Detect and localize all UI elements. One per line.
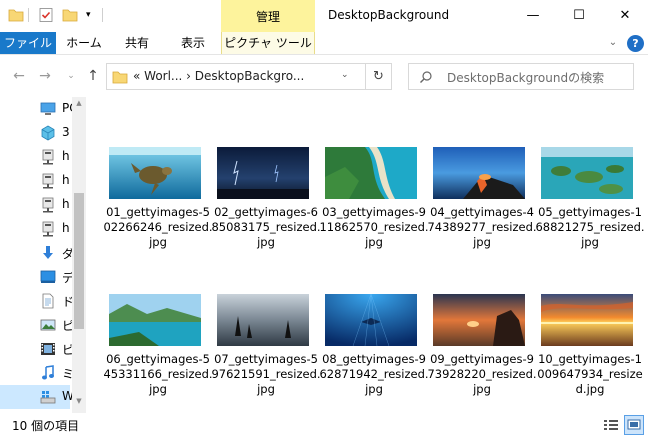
thumbnail-orcas[interactable]: [217, 294, 309, 346]
sidebar-item-documents[interactable]: ド: [0, 289, 74, 313]
scrollbar-thumb[interactable]: [74, 193, 84, 329]
breadcrumb[interactable]: « Worl... › DesktopBackgro...: [133, 69, 304, 83]
thumbnail-sunset-clouds[interactable]: [541, 294, 633, 346]
thumbnail-underwater-manta[interactable]: [325, 294, 417, 346]
chevron-down-icon[interactable]: ⌄: [341, 70, 349, 80]
thumbnail-lava-coast[interactable]: [433, 147, 525, 199]
sidebar-item-network-drive[interactable]: h: [0, 217, 70, 241]
tab-view[interactable]: 表示: [170, 32, 216, 54]
folder-icon[interactable]: [8, 7, 24, 23]
up-arrow-icon[interactable]: ↑: [84, 67, 102, 85]
file-name[interactable]: 09_gettyimages-9 73928220_resized. jpg: [427, 352, 537, 397]
sidebar-item-label: h: [62, 221, 70, 235]
thumbnail-sea-turtle[interactable]: [109, 147, 201, 199]
pictures-icon: [40, 319, 56, 331]
file-name[interactable]: 03_gettyimages-9 11862570_resized. jpg: [319, 205, 429, 250]
forward-arrow-icon[interactable]: →: [36, 67, 54, 85]
network-drive-icon: [42, 221, 54, 237]
windows-drive-icon: [40, 391, 56, 404]
network-drive-icon: [42, 173, 54, 189]
file-name[interactable]: 10_gettyimages-1 009647934_resize d.jpg: [535, 352, 645, 397]
file-name[interactable]: 01_gettyimages-5 02266246_resized. jpg: [103, 205, 213, 250]
details-view-icon[interactable]: [602, 416, 620, 434]
search-placeholder: DesktopBackgroundの検索: [447, 71, 605, 85]
thumbnail-sunset-rock[interactable]: [433, 294, 525, 346]
sidebar-item-pictures[interactable]: ピ: [0, 313, 74, 337]
tab-home[interactable]: ホーム: [60, 32, 108, 54]
scroll-up-icon[interactable]: ▲: [72, 99, 86, 111]
sidebar-item-3d-objects[interactable]: 3: [0, 121, 70, 145]
sidebar-item-label: 3: [62, 125, 70, 139]
large-icons-view-icon[interactable]: [624, 415, 644, 435]
close-button[interactable]: ✕: [602, 0, 648, 32]
sidebar-item-network-drive[interactable]: h: [0, 193, 70, 217]
thumbnail-tropical-bay[interactable]: [109, 294, 201, 346]
file-view: 01_gettyimages-5 02266246_resized. jpg 02_…: [90, 97, 648, 413]
sidebar-item-label: h: [62, 197, 70, 211]
network-drive-icon: [42, 149, 54, 165]
file-name[interactable]: 07_gettyimages-5 97621591_resized. jpg: [211, 352, 321, 397]
scroll-down-icon[interactable]: ▼: [72, 397, 86, 409]
sidebar-item-videos[interactable]: ビ: [0, 337, 74, 361]
music-icon: [42, 365, 54, 380]
ribbon-tabs: ファイル ホーム 共有 表示 ピクチャ ツール ⌄ ?: [0, 32, 648, 55]
file-name[interactable]: 08_gettyimages-9 62871942_resized. jpg: [319, 352, 429, 397]
3d-objects-icon: [41, 125, 55, 141]
file-name[interactable]: 06_gettyimages-5 45331166_resized. jpg: [103, 352, 213, 397]
quick-access-dropdown-icon[interactable]: ▾: [86, 10, 96, 20]
navigation-pane: PC 3 h h h h ダ デ ド ピ ビ ミ W ▲ ▼: [0, 97, 88, 413]
folder-icon: [112, 71, 128, 84]
search-icon: [420, 71, 432, 83]
properties-icon[interactable]: [38, 7, 54, 23]
sidebar-item-music[interactable]: ミ: [0, 361, 74, 385]
window-title: DesktopBackground: [328, 8, 450, 22]
back-arrow-icon[interactable]: ←: [10, 67, 28, 85]
title-bar: ▾ 管理 DesktopBackground — ☐ ✕: [0, 0, 648, 32]
documents-icon: [42, 293, 54, 309]
tab-share[interactable]: 共有: [114, 32, 160, 54]
thumbnail-islands[interactable]: [541, 147, 633, 199]
search-input[interactable]: DesktopBackgroundの検索: [408, 63, 634, 90]
sidebar-item-label: h: [62, 149, 70, 163]
refresh-icon[interactable]: ↻: [366, 63, 392, 90]
divider: [28, 8, 29, 22]
chevron-down-icon[interactable]: ⌄: [606, 36, 620, 50]
sidebar-item-label: h: [62, 173, 70, 187]
sidebar-item-network-drive[interactable]: h: [0, 145, 70, 169]
address-bar[interactable]: « Worl... › DesktopBackgro... ⌄: [106, 63, 366, 90]
tab-file[interactable]: ファイル: [0, 32, 56, 54]
tab-picture-tools[interactable]: ピクチャ ツール: [221, 32, 315, 54]
recent-locations-icon[interactable]: ⌄: [62, 67, 80, 85]
context-tab-manage[interactable]: 管理: [221, 0, 315, 32]
maximize-button[interactable]: ☐: [556, 0, 602, 32]
network-drive-icon: [42, 197, 54, 213]
sidebar-scrollbar[interactable]: ▲ ▼: [72, 97, 86, 413]
sidebar-item-pc[interactable]: PC: [0, 97, 78, 121]
sidebar-item-windows-drive[interactable]: W: [0, 385, 74, 409]
status-bar: 10 個の項目: [0, 413, 648, 437]
file-name[interactable]: 04_gettyimages-4 74389277_resized. jpg: [427, 205, 537, 250]
help-icon[interactable]: ?: [627, 35, 644, 52]
sidebar-item-desktop[interactable]: デ: [0, 265, 74, 289]
item-count: 10 個の項目: [12, 419, 80, 433]
file-name[interactable]: 05_gettyimages-1 68821275_resized. jpg: [535, 205, 645, 250]
downloads-icon: [43, 246, 53, 259]
sidebar-item-network-drive[interactable]: h: [0, 169, 70, 193]
navigation-bar: ← → ⌄ ↑ « Worl... › DesktopBackgro... ⌄ …: [0, 55, 648, 97]
pc-icon: [40, 102, 56, 115]
thumbnail-storm-lightning[interactable]: [217, 147, 309, 199]
desktop-icon: [40, 270, 56, 283]
sidebar-item-downloads[interactable]: ダ: [0, 241, 74, 265]
thumbnail-aerial-beach[interactable]: [325, 147, 417, 199]
divider: [102, 8, 103, 22]
minimize-button[interactable]: —: [510, 0, 556, 32]
videos-icon: [41, 343, 55, 355]
file-name[interactable]: 02_gettyimages-6 85083175_resized. jpg: [211, 205, 321, 250]
large-icons-glyph: [627, 419, 641, 430]
new-folder-icon[interactable]: [62, 7, 78, 23]
